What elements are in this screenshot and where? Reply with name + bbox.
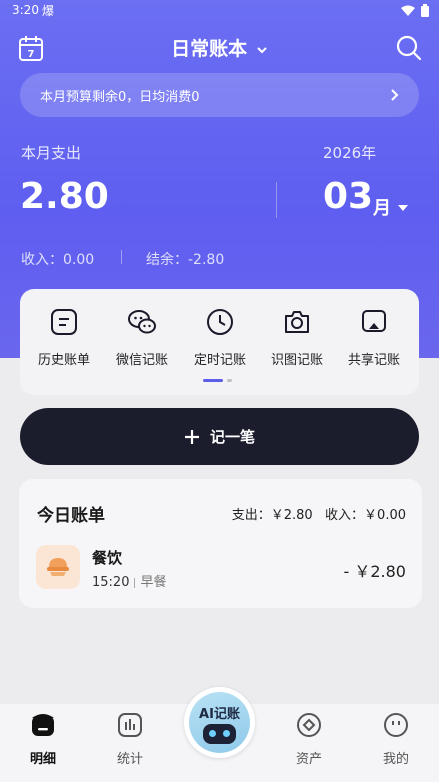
status-app-icon: 爆 — [42, 4, 55, 18]
today-title: 今日账单 — [37, 506, 105, 526]
status-indicators — [401, 4, 429, 17]
quick-action-wechat[interactable]: 微信记账 — [104, 307, 180, 368]
page-dot — [227, 379, 232, 382]
page-title: 日常账本 — [171, 38, 248, 60]
page-dot-active — [203, 379, 223, 382]
ledger-selector[interactable]: 日常账本 — [0, 34, 439, 61]
top-bar: 7 日常账本 — [0, 30, 439, 66]
history-bill-icon — [51, 309, 77, 335]
balance-text: 结余：-2.80 — [146, 252, 225, 268]
expense-label: 本月支出 — [21, 144, 82, 162]
budget-banner[interactable]: 本月预算剩余0，日均消费0 — [20, 73, 419, 117]
income-text: 收入：0.00 — [21, 252, 95, 268]
bill-note: 早餐 — [140, 575, 167, 590]
share-icon — [362, 310, 386, 332]
summary-divider — [276, 182, 277, 218]
quick-action-label: 历史账单 — [37, 353, 90, 368]
dining-icon — [36, 545, 80, 589]
quick-action-history[interactable]: 历史账单 — [26, 307, 102, 368]
today-summary: 支出：￥2.80 收入：￥0.00 — [231, 508, 406, 523]
camera-icon — [285, 311, 309, 333]
meta-divider — [134, 577, 136, 588]
search-icon — [396, 35, 422, 61]
plus-icon — [184, 429, 199, 444]
tab-assets[interactable]: 资产 — [279, 712, 339, 767]
summary-separator — [121, 250, 122, 264]
status-bar: 3:20 爆 — [0, 0, 439, 22]
tab-label: 资产 — [295, 752, 322, 767]
quick-actions-panel: 历史账单 微信记账 定时记账 识图记账 共享记账 — [20, 289, 419, 395]
bill-time: 15:20 — [92, 575, 130, 590]
tab-label: 我的 — [382, 752, 409, 767]
add-record-button[interactable]: 记一笔 — [20, 408, 419, 465]
page-indicator — [203, 379, 232, 382]
quick-action-label: 微信记账 — [115, 353, 168, 368]
bill-category: 餐饮 — [92, 549, 123, 567]
statistics-tab-icon — [118, 713, 142, 737]
tab-label: 统计 — [116, 752, 143, 767]
detail-tab-icon — [32, 714, 54, 736]
quick-action-label: 定时记账 — [193, 353, 246, 368]
bill-amount: - ￥2.80 — [343, 562, 407, 581]
wifi-icon — [401, 5, 415, 16]
tab-label: 明细 — [29, 752, 56, 767]
quick-action-share[interactable]: 共享记账 — [336, 307, 412, 368]
add-record-label: 记一笔 — [209, 428, 255, 446]
search-button[interactable] — [395, 34, 423, 62]
battery-icon — [421, 4, 429, 17]
tab-profile[interactable]: 我的 — [366, 712, 426, 767]
ai-bookkeeping-button[interactable]: AI记账 — [184, 687, 255, 758]
ai-robot-icon: AI记账 — [189, 692, 250, 753]
tab-detail[interactable]: 明细 — [13, 712, 73, 767]
year-label: 2026年 — [323, 144, 377, 162]
budget-text: 本月预算剩余0，日均消费0 — [40, 89, 200, 105]
ai-label: AI记账 — [199, 707, 240, 722]
tab-statistics[interactable]: 统计 — [100, 712, 160, 767]
chevron-right-icon — [391, 89, 399, 101]
quick-action-scheduled[interactable]: 定时记账 — [182, 307, 258, 368]
clock-icon — [207, 309, 233, 335]
wechat-icon — [128, 310, 156, 334]
caret-down-icon — [398, 205, 408, 211]
expense-value: 2.80 — [20, 176, 109, 217]
quick-action-scan[interactable]: 识图记账 — [259, 307, 335, 368]
quick-action-label: 识图记账 — [270, 353, 323, 368]
bill-meta: 15:20 早餐 — [92, 571, 166, 590]
month-unit: 月 — [373, 198, 391, 219]
status-time: 3:20 — [12, 3, 39, 17]
today-bills-card: 今日账单 支出：￥2.80 收入：￥0.00 餐饮 15:20 早餐 - ￥2.8… — [19, 479, 422, 608]
chevron-down-icon — [257, 46, 267, 53]
month-value: 03 — [323, 176, 374, 217]
profile-tab-icon — [384, 713, 408, 737]
assets-tab-icon — [297, 713, 321, 737]
quick-action-label: 共享记账 — [347, 353, 400, 368]
robot-face — [203, 724, 236, 744]
